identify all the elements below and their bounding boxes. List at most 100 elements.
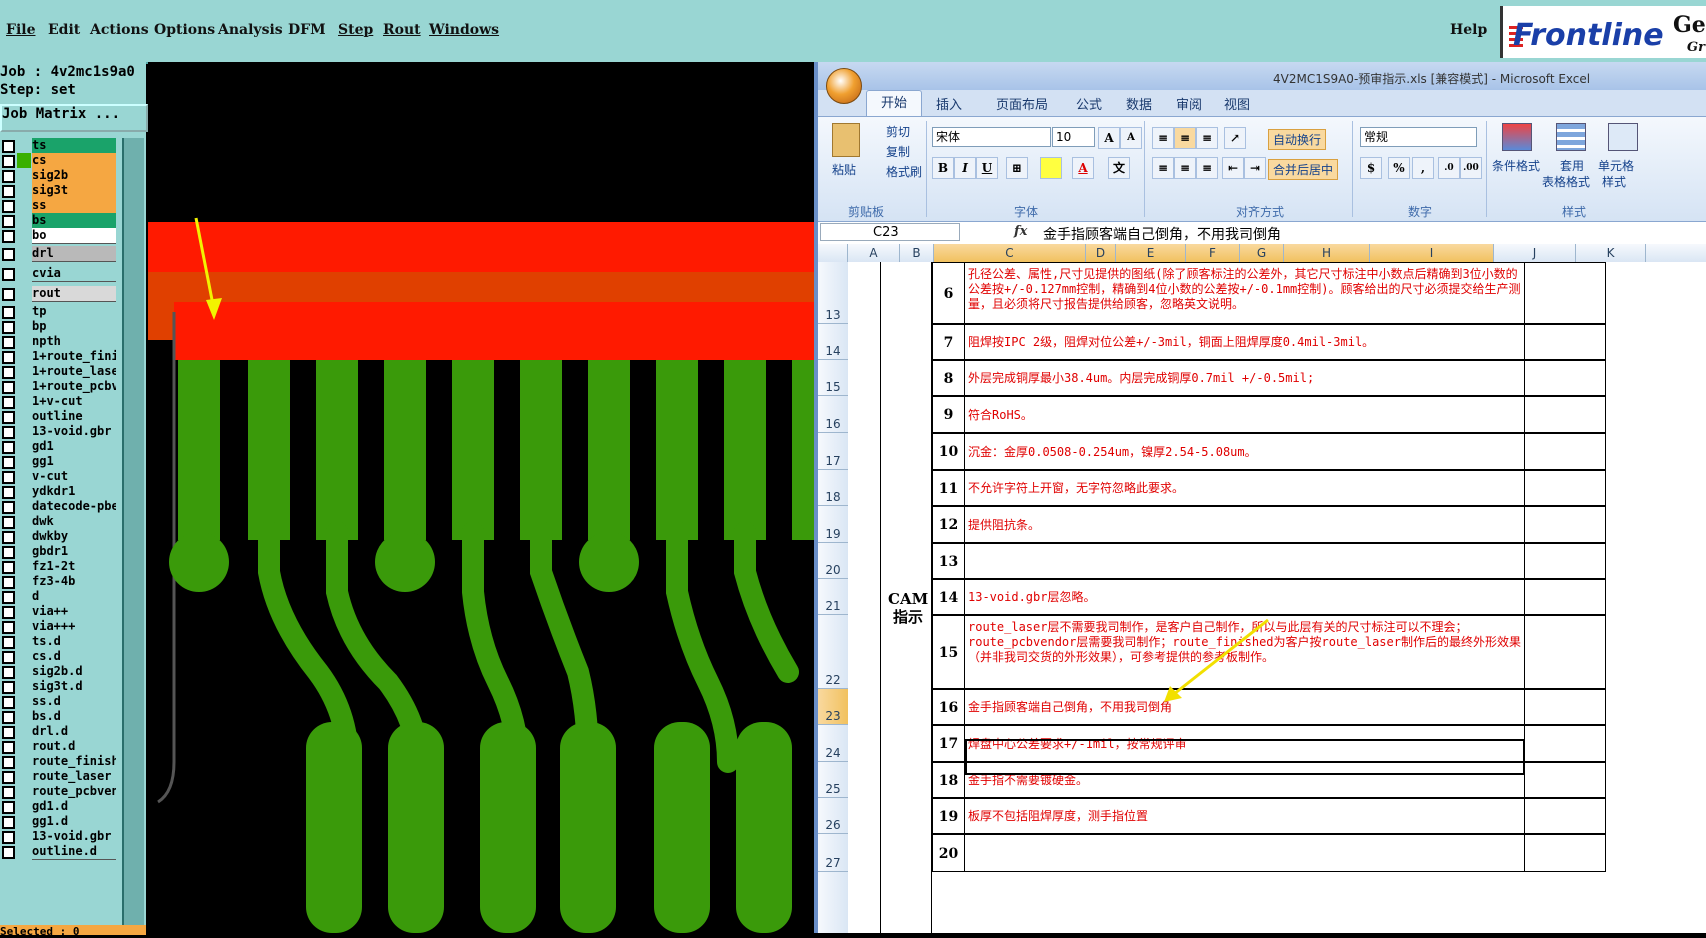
layer-name[interactable]: sig3t [32,183,116,199]
layer-name[interactable]: gbdr1 [32,544,116,560]
empty-cell[interactable] [1525,470,1606,506]
layer-checkbox[interactable] [2,321,15,334]
empty-cell[interactable] [1525,798,1606,834]
layer-name[interactable]: bs.d [32,709,116,725]
layer-checkbox[interactable] [2,651,15,664]
tab-page-layout[interactable]: 页面布局 [996,94,1048,113]
layer-name[interactable]: datecode-pbe [32,499,116,515]
orientation-icon[interactable]: ↗ [1224,127,1246,149]
row-header[interactable]: 24 [818,725,848,762]
layer-name[interactable]: ss [32,198,116,214]
layer-checkbox[interactable] [2,681,15,694]
font-size-select[interactable]: 10 [1052,127,1095,147]
currency-icon[interactable]: $ [1360,157,1382,179]
menu-analysis[interactable]: Analysis [218,22,283,38]
layer-row[interactable]: sig3t.d [0,679,118,695]
layer-name[interactable]: gd1 [32,439,116,455]
layer-name[interactable]: cvia [32,266,116,282]
menu-edit[interactable]: Edit [48,22,80,38]
layer-row[interactable]: dwkby [0,529,118,545]
layer-checkbox[interactable] [2,576,15,589]
row-header[interactable]: 19 [818,506,848,543]
item-number-cell[interactable]: 6 [932,262,965,324]
instruction-cell[interactable]: 外层完成铜厚最小38.4um。内层完成铜厚0.7mil +/-0.5mil; [965,360,1525,396]
cell-style-button-2[interactable]: 样式 [1602,173,1626,190]
row-header[interactable]: 23 [818,689,848,725]
row-header[interactable]: 16 [818,396,848,433]
layer-row[interactable]: sig3t [0,183,118,199]
empty-cell[interactable] [1525,579,1606,615]
layer-checkbox[interactable] [2,288,15,301]
layer-name[interactable]: cs.d [32,649,116,665]
layer-row[interactable]: bs [0,213,118,229]
layer-checkbox[interactable] [2,741,15,754]
layer-row[interactable]: cvia [0,266,118,282]
menu-options[interactable]: Options [154,22,215,38]
align-top-icon[interactable]: ≡ [1152,127,1174,149]
item-number-cell[interactable]: 16 [932,689,965,725]
layer-row[interactable]: sig2b [0,168,118,184]
layer-checkbox[interactable] [2,756,15,769]
table-format-button-1[interactable]: 套用 [1560,157,1584,174]
layer-checkbox[interactable] [2,591,15,604]
fx-icon[interactable]: fx [1014,224,1027,239]
layer-checkbox[interactable] [2,786,15,799]
layer-row[interactable]: gbdr1 [0,544,118,560]
layer-checkbox[interactable] [2,268,15,281]
layer-name[interactable]: bs [32,213,116,229]
increase-decimal-icon[interactable]: .0 [1438,157,1460,179]
layer-row[interactable]: route_finish [0,754,118,770]
tab-formulas[interactable]: 公式 [1076,94,1102,113]
col-header[interactable]: I [1370,244,1494,262]
row-header[interactable]: 15 [818,360,848,396]
font-color-icon[interactable]: A [1072,157,1094,179]
fill-color-icon[interactable] [1040,157,1062,179]
layer-checkbox[interactable] [2,816,15,829]
col-header[interactable]: H [1284,244,1370,262]
layer-row[interactable]: 13-void.gbr [0,829,118,845]
underline-button[interactable]: U [976,157,998,179]
layer-name[interactable]: 1+route_fini [32,349,116,365]
layer-row[interactable]: d [0,589,118,605]
instruction-cell[interactable]: 板厚不包括阻焊厚度，测手指位置 [965,798,1525,834]
layer-checkbox[interactable] [2,696,15,709]
row-header[interactable]: 25 [818,762,848,798]
layer-name[interactable]: dwk [32,514,116,530]
layer-name[interactable]: drl [32,246,116,262]
instruction-cell[interactable]: 13-void.gbr层忽略。 [965,579,1525,615]
layer-name[interactable]: bo [32,228,116,244]
layer-name[interactable]: route_laser [32,769,116,785]
instruction-cell[interactable]: route_laser层不需要我司制作，是客户自己制作，所以与此层有关的尺寸标注… [965,615,1525,689]
layer-row[interactable]: sig2b.d [0,664,118,680]
office-button-icon[interactable] [826,68,862,104]
border-icon[interactable]: ⊞ [1006,157,1028,179]
col-header[interactable]: J [1494,244,1576,262]
row-header[interactable]: 14 [818,324,848,360]
layer-name[interactable]: fz3-4b [32,574,116,590]
item-number-cell[interactable]: 11 [932,470,965,506]
instruction-cell[interactable] [965,834,1525,872]
layer-checkbox[interactable] [2,726,15,739]
layer-checkbox[interactable] [2,846,15,859]
layer-row[interactable]: gg1.d [0,814,118,830]
number-format-select[interactable]: 常规 [1360,127,1477,147]
layer-checkbox[interactable] [2,801,15,814]
copy-button[interactable]: 复制 [886,143,910,160]
row-header[interactable]: 26 [818,798,848,834]
layer-name[interactable]: d [32,589,116,605]
comma-icon[interactable]: , [1412,157,1434,179]
empty-cell[interactable] [1525,543,1606,579]
layer-row[interactable]: fz3-4b [0,574,118,590]
instruction-cell[interactable]: 金手指不需要镀硬金。 [965,762,1525,798]
layer-checkbox[interactable] [2,200,15,213]
item-number-cell[interactable]: 10 [932,433,965,470]
layer-checkbox[interactable] [2,351,15,364]
layer-row[interactable]: 1+route_lase [0,364,118,380]
cell-style-button-1[interactable]: 单元格 [1598,157,1634,174]
menu-dfm[interactable]: DFM [288,22,326,38]
align-left-icon[interactable]: ≡ [1152,157,1174,179]
layer-name[interactable]: cs [32,153,116,169]
layer-checkbox[interactable] [2,155,15,168]
row-header[interactable]: 13 [818,262,848,324]
tab-view[interactable]: 视图 [1224,94,1250,113]
